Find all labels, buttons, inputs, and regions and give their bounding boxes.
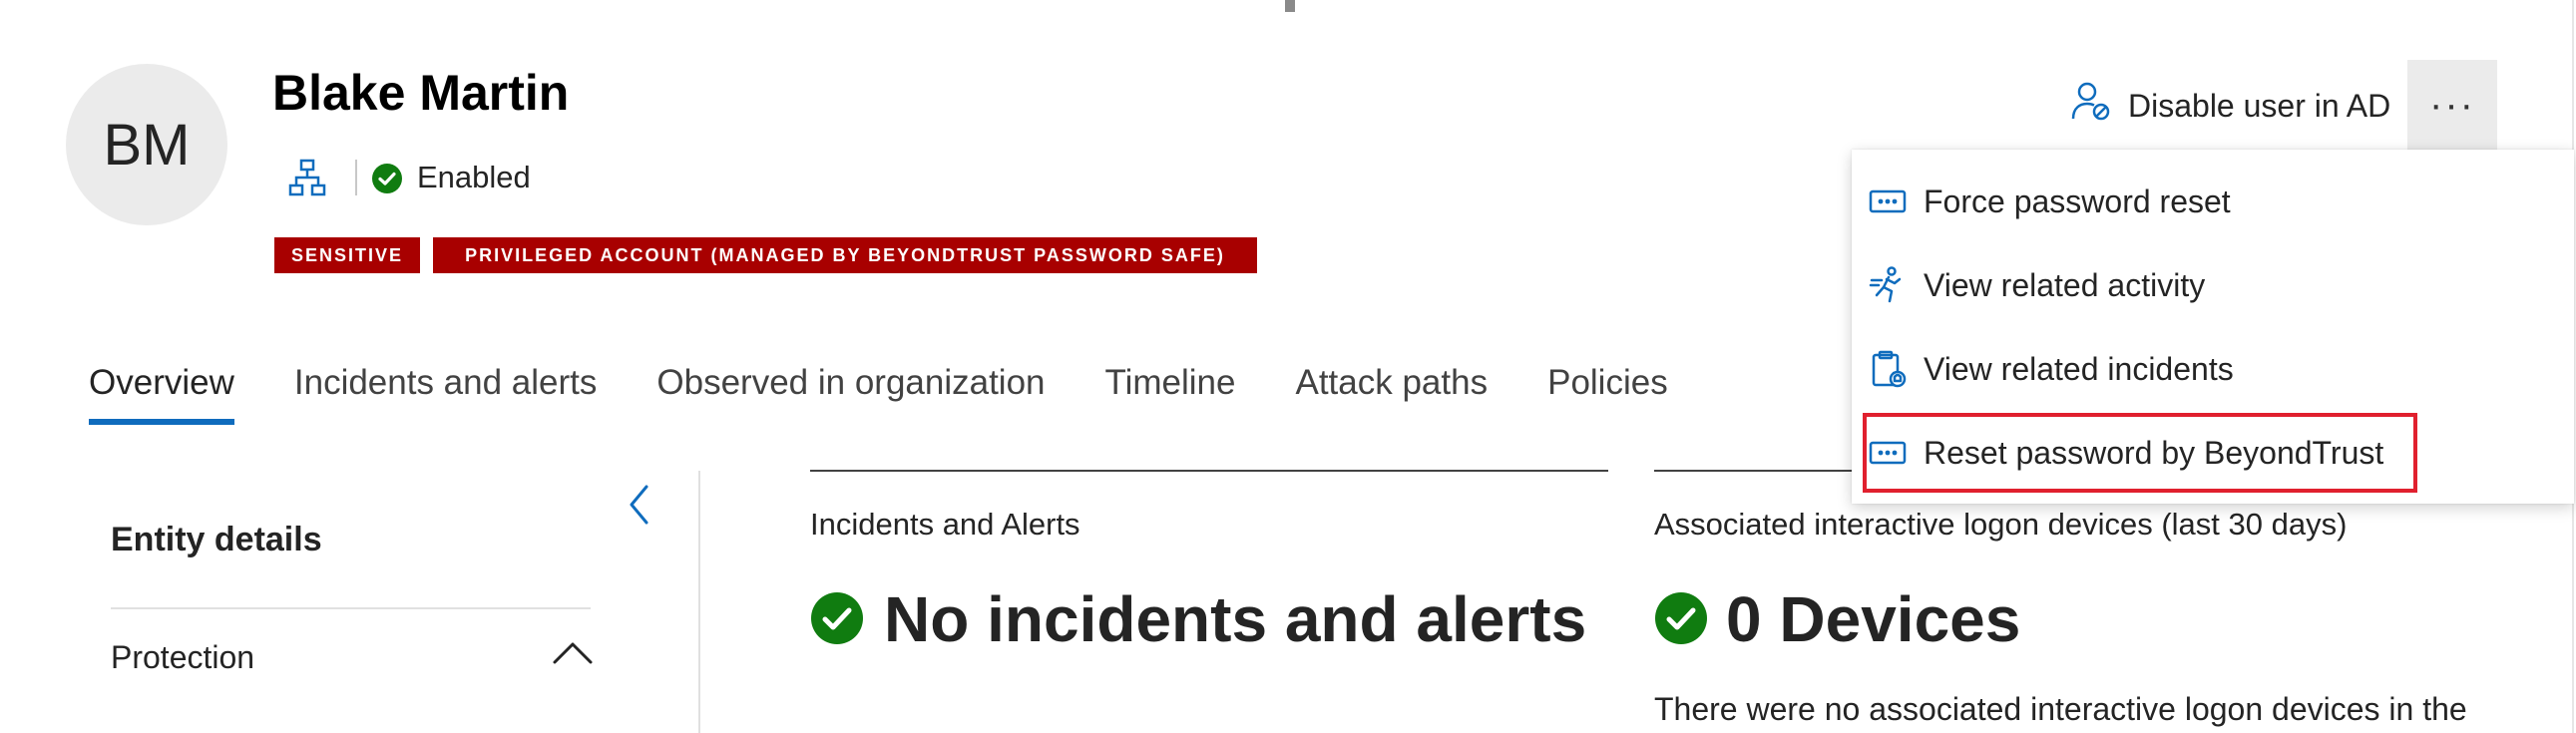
check-circle-icon (810, 591, 864, 645)
avatar: BM (66, 64, 227, 225)
menu-item-label: View related activity (1924, 266, 2206, 303)
devices-card-rule (1654, 470, 1854, 472)
menu-item-label: View related incidents (1924, 350, 2234, 387)
entity-details-title: Entity details (111, 521, 322, 558)
top-divider-tick (1285, 0, 1295, 12)
sensitive-tag: SENSITIVE (274, 237, 420, 273)
disable-user-button[interactable]: Disable user in AD (2070, 78, 2390, 134)
menu-item-view-related-incidents[interactable]: View related incidents (1852, 327, 2574, 411)
more-icon: ··· (2429, 82, 2475, 127)
entity-details-divider (111, 607, 591, 609)
person-disable-icon (2070, 81, 2112, 131)
menu-item-force-password-reset[interactable]: Force password reset (1852, 160, 2574, 243)
tab-overview[interactable]: Overview (89, 363, 234, 425)
devices-stat: 0 Devices (1726, 583, 2021, 655)
tab-incidents-and-alerts[interactable]: Incidents and alerts (294, 363, 598, 425)
devices-description: There were no associated interactive log… (1654, 691, 2467, 727)
status-label: Enabled (417, 160, 531, 194)
tab-timeline[interactable]: Timeline (1105, 363, 1236, 425)
incidents-card-rule (810, 470, 1608, 472)
collapse-pane-chevron-icon[interactable] (625, 483, 654, 527)
menu-item-label: Force password reset (1924, 183, 2231, 219)
disable-user-label: Disable user in AD (2128, 87, 2391, 124)
check-circle-icon (371, 163, 403, 194)
pane-divider (698, 471, 700, 733)
check-circle-icon (1654, 591, 1708, 645)
more-actions-button[interactable]: ··· (2407, 60, 2497, 150)
devices-card-title: Associated interactive logon devices (la… (1654, 507, 2348, 542)
tab-observed-in-organization[interactable]: Observed in organization (656, 363, 1045, 425)
tab-attack-paths[interactable]: Attack paths (1295, 363, 1488, 425)
incidents-card-title: Incidents and Alerts (810, 507, 1080, 542)
more-actions-menu: Force password reset View related activi… (1852, 150, 2574, 504)
incidents-stat: No incidents and alerts (884, 583, 1587, 655)
header-separator (355, 160, 357, 195)
chevron-up-icon[interactable] (551, 638, 595, 668)
page-title: Blake Martin (272, 65, 570, 121)
running-person-icon (1868, 265, 1908, 305)
password-icon (1868, 182, 1908, 221)
protection-section-header[interactable]: Protection (111, 639, 254, 676)
privileged-account-tag: PRIVILEGED ACCOUNT (MANAGED BY BEYONDTRU… (433, 237, 1257, 273)
menu-item-view-related-activity[interactable]: View related activity (1852, 243, 2574, 327)
password-icon (1868, 433, 1908, 473)
menu-item-label: Reset password by BeyondTrust (1924, 434, 2384, 471)
org-hierarchy-icon[interactable] (287, 158, 327, 197)
clipboard-alert-icon (1868, 349, 1908, 389)
menu-item-reset-password-beyondtrust[interactable]: Reset password by BeyondTrust (1852, 411, 2574, 495)
avatar-initials: BM (103, 112, 191, 178)
tab-policies[interactable]: Policies (1547, 363, 1668, 425)
tab-bar: Overview Incidents and alerts Observed i… (89, 363, 1668, 425)
